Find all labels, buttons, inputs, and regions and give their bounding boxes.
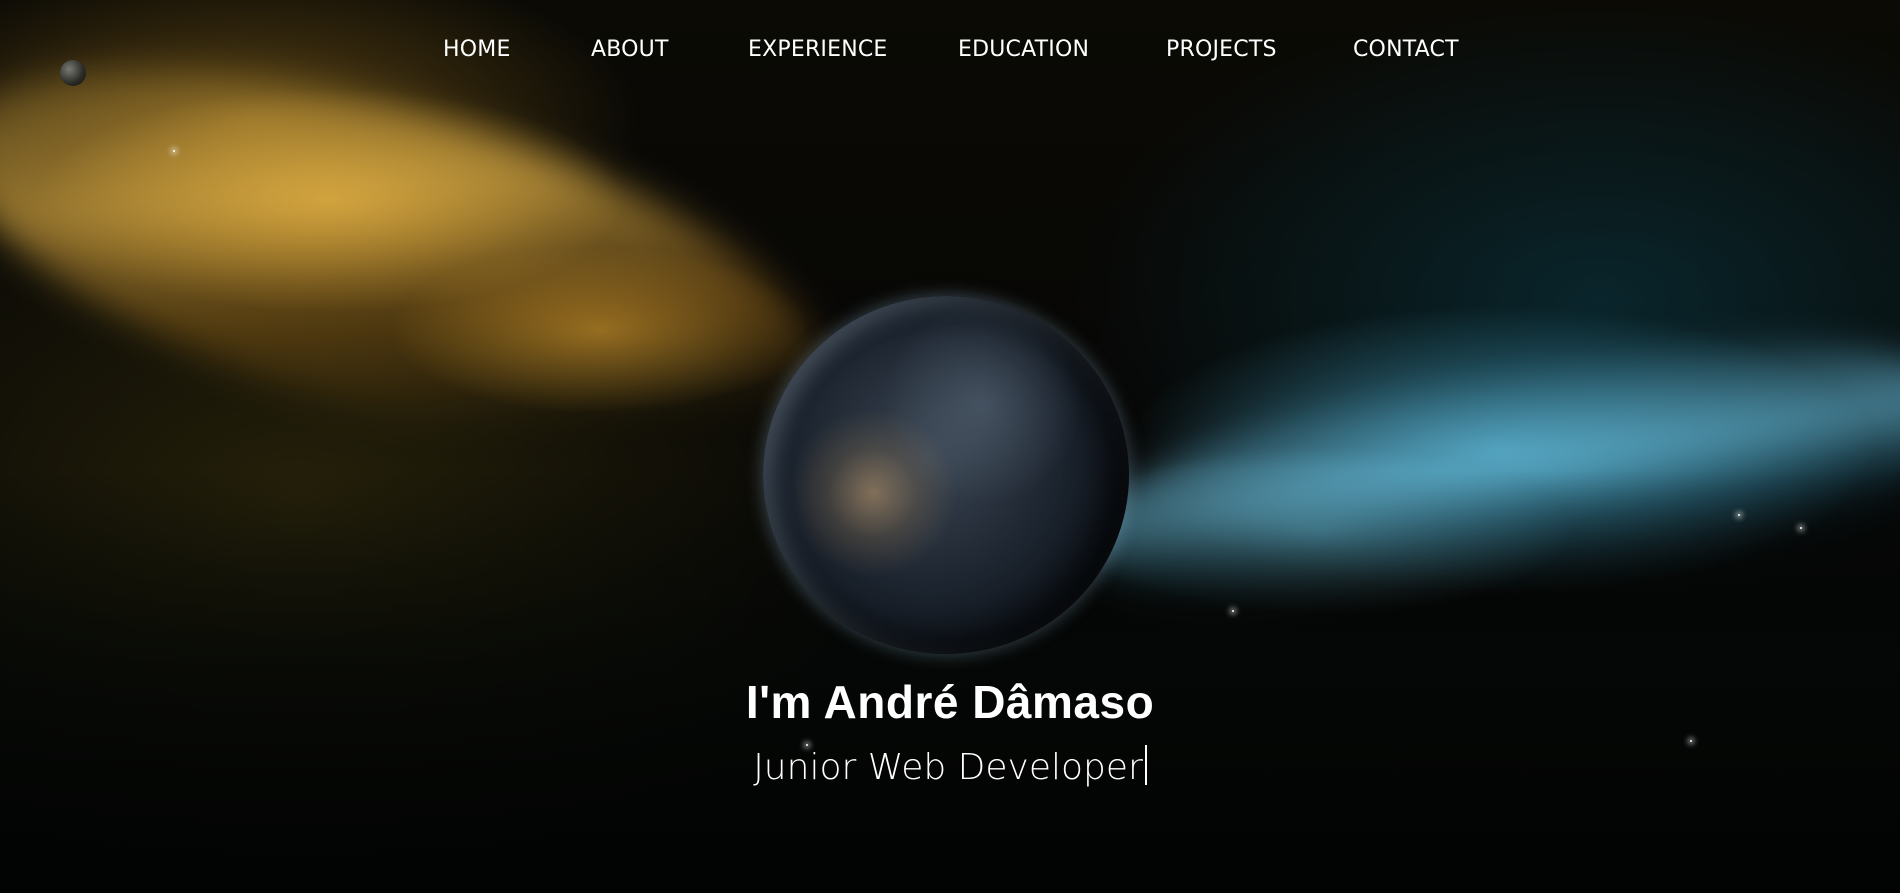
star-sparkle — [1232, 610, 1234, 612]
star-sparkle — [1690, 740, 1692, 742]
nav-home-link[interactable]: HOME — [443, 32, 511, 68]
nav-experience-link[interactable]: EXPERIENCE — [748, 32, 888, 68]
nav-about-link[interactable]: ABOUT — [591, 32, 669, 68]
hero-subtitle-text: Junior Web Developer — [753, 747, 1143, 788]
hero-title: I'm André Dâmaso — [0, 672, 1900, 732]
nav-projects-link[interactable]: PROJECTS — [1166, 32, 1277, 68]
hero-subtitle: Junior Web Developer — [0, 744, 1900, 792]
typing-cursor — [1144, 745, 1147, 785]
star-sparkle — [1800, 527, 1802, 529]
nav-education-link[interactable]: EDUCATION — [958, 32, 1089, 68]
hero-section: HOME ABOUT EXPERIENCE EDUCATION PROJECTS… — [0, 0, 1900, 893]
nav-contact-link[interactable]: CONTACT — [1353, 32, 1459, 68]
star-sparkle — [173, 150, 175, 152]
gold-nebula-band — [0, 0, 864, 529]
planet-image — [763, 296, 1129, 654]
main-nav: HOME ABOUT EXPERIENCE EDUCATION PROJECTS… — [0, 32, 1900, 72]
hero-title-text: I'm André Dâmaso — [745, 676, 1155, 728]
star-sparkle — [1738, 514, 1740, 516]
